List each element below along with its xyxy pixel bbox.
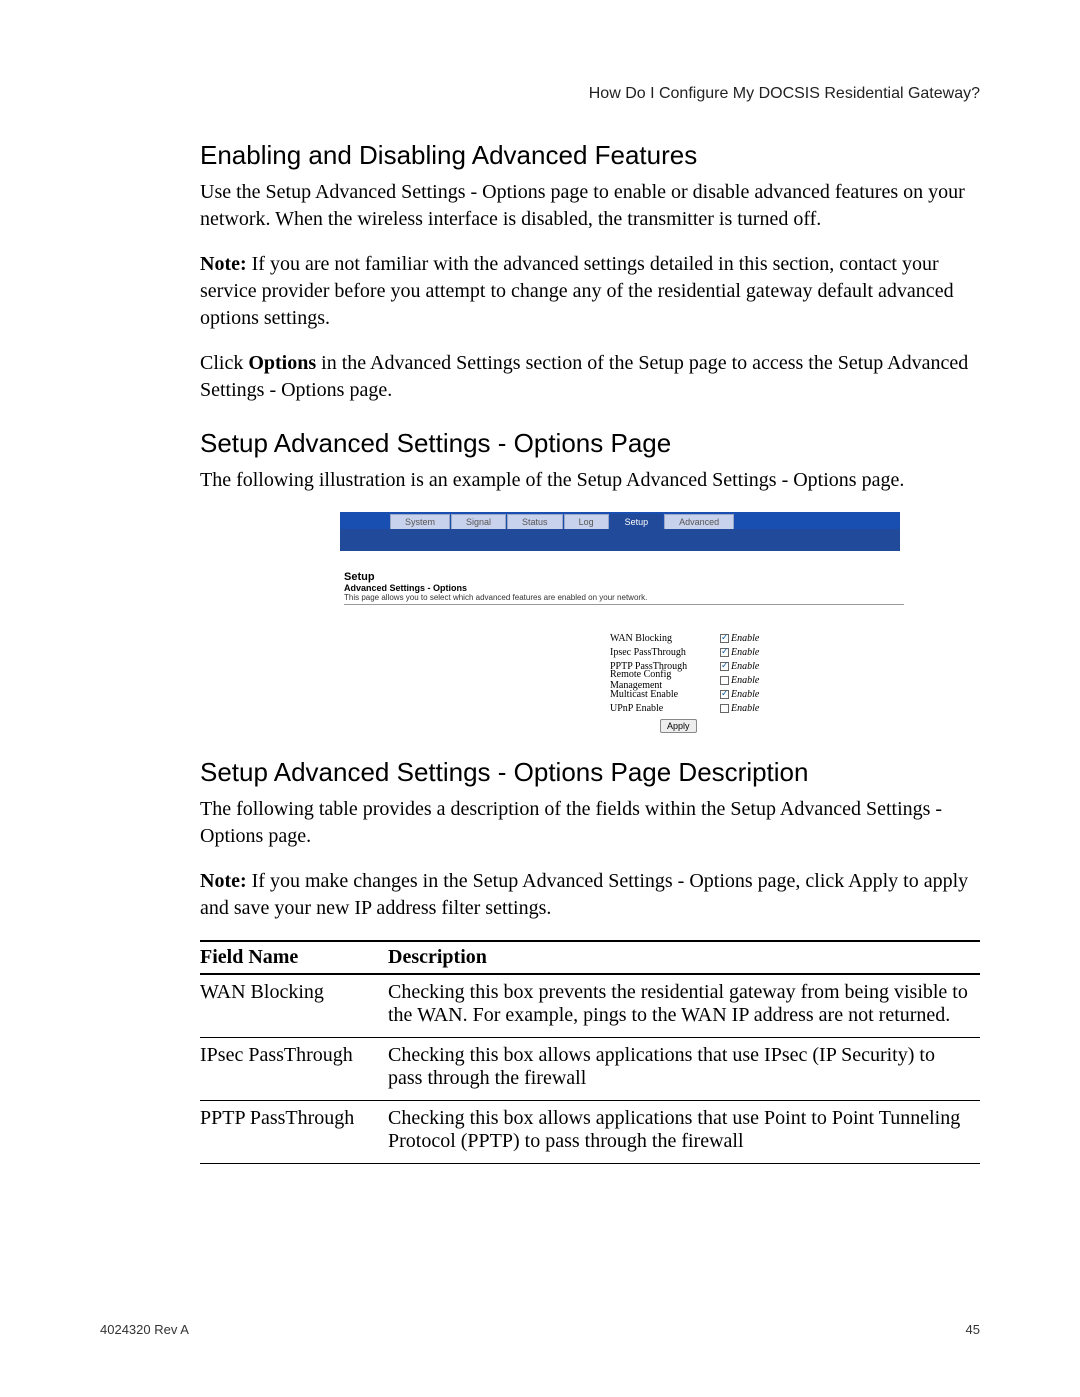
paragraph-intro: Use the Setup Advanced Settings - Option… (200, 179, 980, 233)
paragraph-table-intro: The following table provides a descripti… (200, 796, 980, 850)
setup-desc: This page allows you to select which adv… (344, 593, 900, 602)
paragraph-click-options: Click Options in the Advanced Settings s… (200, 350, 980, 404)
divider (344, 604, 904, 605)
setup-subtitle: Advanced Settings - Options (344, 583, 900, 593)
tabbar-outer: System Signal Status Log Setup Advanced (340, 512, 900, 551)
apply-wrap: Apply (660, 719, 900, 733)
option-label: Multicast Enable (610, 689, 720, 700)
p2-bold: Options (248, 352, 316, 374)
p2-a: Click (200, 352, 248, 374)
table-row: IPsec PassThrough Checking this box allo… (200, 1038, 980, 1101)
setup-title: Setup (344, 571, 900, 583)
table-row: PPTP PassThrough Checking this box allow… (200, 1101, 980, 1164)
paragraph-note2: Note: If you make changes in the Setup A… (200, 868, 980, 922)
enable-text: Enable (731, 689, 759, 700)
field-name-cell: PPTP PassThrough (200, 1101, 388, 1164)
bluebar (340, 529, 900, 551)
enable-text: Enable (731, 647, 759, 658)
paragraph-note1: Note: If you are not familiar with the a… (200, 251, 980, 332)
setup-block: Setup Advanced Settings - Options This p… (340, 571, 900, 605)
tab-advanced[interactable]: Advanced (664, 514, 734, 529)
heading-enabling: Enabling and Disabling Advanced Features (200, 140, 980, 171)
checkbox-pptp[interactable] (720, 662, 729, 671)
checkbox-upnp[interactable] (720, 704, 729, 713)
checkbox-wan[interactable] (720, 634, 729, 643)
option-label: WAN Blocking (610, 633, 720, 644)
tab-status[interactable]: Status (507, 514, 563, 529)
note1-label: Note: (200, 253, 247, 275)
apply-button[interactable]: Apply (660, 719, 697, 733)
options-list: WAN Blocking Enable Ipsec PassThrough En… (610, 631, 900, 733)
checkbox-multicast[interactable] (720, 690, 729, 699)
document-page: How Do I Configure My DOCSIS Residential… (0, 0, 1080, 1397)
enable-text: Enable (731, 633, 759, 644)
page-content: Enabling and Disabling Advanced Features… (200, 140, 980, 1164)
note2-body: If you make changes in the Setup Advance… (200, 870, 968, 919)
enable-text: Enable (731, 703, 759, 714)
footer-right: 45 (966, 1322, 980, 1337)
note2-label: Note: (200, 870, 247, 892)
p2-b: in the Advanced Settings section of the … (200, 352, 968, 401)
field-desc-cell: Checking this box prevents the residenti… (388, 974, 980, 1038)
option-row-multicast: Multicast Enable Enable (610, 687, 900, 701)
field-name-cell: WAN Blocking (200, 974, 388, 1038)
heading-description: Setup Advanced Settings - Options Page D… (200, 757, 980, 788)
option-row-remote: Remote Config Management Enable (610, 673, 900, 687)
options-page-illustration: System Signal Status Log Setup Advanced … (340, 512, 900, 733)
field-desc-cell: Checking this box allows applications th… (388, 1038, 980, 1101)
heading-options-page: Setup Advanced Settings - Options Page (200, 428, 980, 459)
option-row-wan: WAN Blocking Enable (610, 631, 900, 645)
tab-log[interactable]: Log (564, 514, 609, 529)
col-field-name: Field Name (200, 941, 388, 974)
tab-signal[interactable]: Signal (451, 514, 506, 529)
col-description: Description (388, 941, 980, 974)
checkbox-remote[interactable] (720, 676, 729, 685)
description-table: Field Name Description WAN Blocking Chec… (200, 940, 980, 1164)
page-footer: 4024320 Rev A 45 (100, 1322, 980, 1337)
option-row-ipsec: Ipsec PassThrough Enable (610, 645, 900, 659)
note1-body: If you are not familiar with the advance… (200, 253, 954, 329)
option-row-upnp: UPnP Enable Enable (610, 701, 900, 715)
option-label: Ipsec PassThrough (610, 647, 720, 658)
footer-left: 4024320 Rev A (100, 1322, 189, 1337)
tab-system[interactable]: System (390, 514, 450, 529)
field-name-cell: IPsec PassThrough (200, 1038, 388, 1101)
checkbox-ipsec[interactable] (720, 648, 729, 657)
field-desc-cell: Checking this box allows applications th… (388, 1101, 980, 1164)
enable-text: Enable (731, 675, 759, 686)
running-head: How Do I Configure My DOCSIS Residential… (589, 85, 980, 103)
tab-setup[interactable]: Setup (610, 514, 664, 529)
enable-text: Enable (731, 661, 759, 672)
paragraph-illustration: The following illustration is an example… (200, 467, 980, 494)
table-header-row: Field Name Description (200, 941, 980, 974)
option-label: UPnP Enable (610, 703, 720, 714)
table-row: WAN Blocking Checking this box prevents … (200, 974, 980, 1038)
tabbar: System Signal Status Log Setup Advanced (340, 514, 900, 529)
